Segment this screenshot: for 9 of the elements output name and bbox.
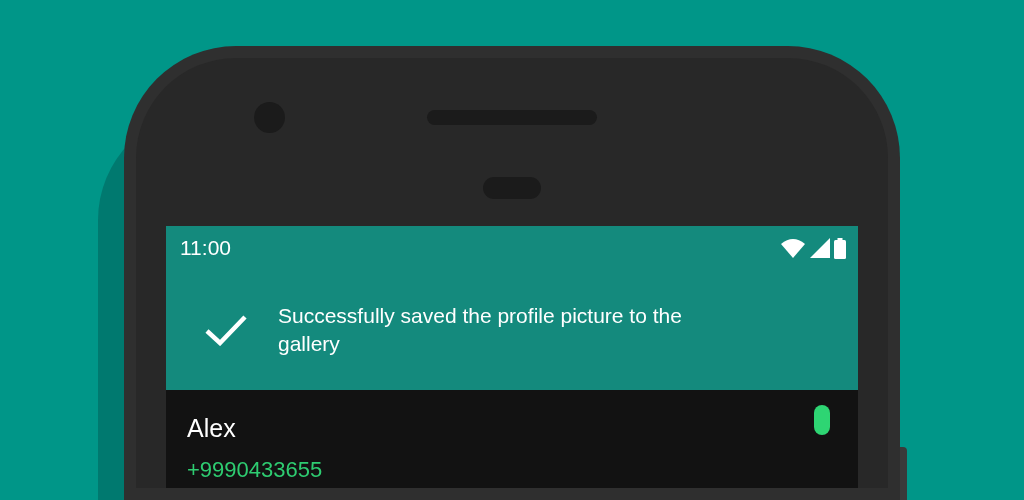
battery-icon bbox=[834, 237, 846, 259]
contact-phone: +9990433655 bbox=[187, 456, 323, 484]
contact-name: Alex bbox=[187, 413, 236, 444]
checkmark-icon bbox=[205, 314, 247, 346]
status-time: 11:00 bbox=[180, 235, 231, 262]
status-pill-icon bbox=[814, 405, 830, 435]
wifi-icon bbox=[780, 238, 806, 258]
signal-icon bbox=[810, 238, 830, 258]
toast-message: Successfully saved the profile picture to the gallery bbox=[278, 303, 683, 357]
